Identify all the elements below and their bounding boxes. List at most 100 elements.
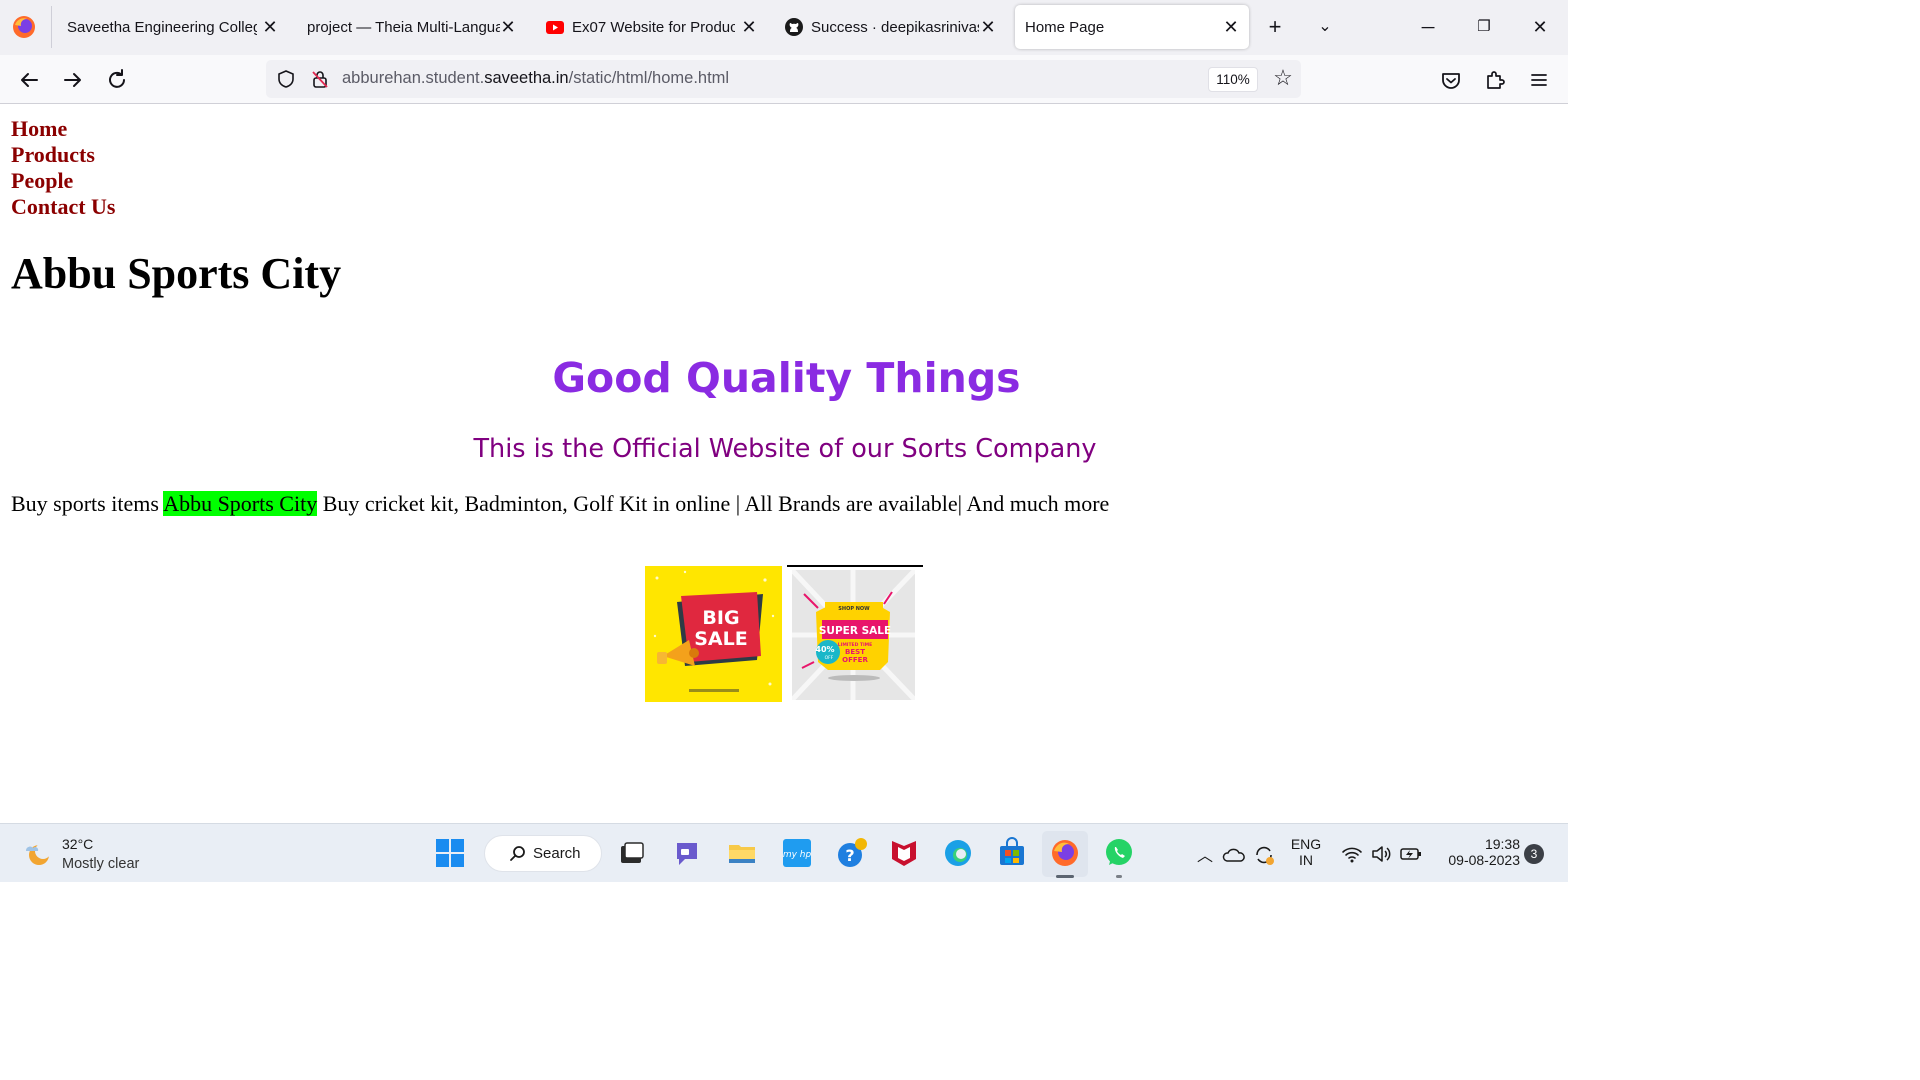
get-help-icon[interactable]: ? <box>836 837 868 869</box>
promo-after: Buy cricket kit, Badminton, Golf Kit in … <box>317 491 1110 516</box>
language-indicator[interactable]: ENG IN <box>1288 836 1324 868</box>
big-sale-line2: SALE <box>694 628 747 650</box>
onedrive-cloud-icon[interactable] <box>1222 843 1246 867</box>
tab-close-icon[interactable]: ✕ <box>739 17 759 37</box>
zoom-level-badge[interactable]: 110% <box>1208 67 1258 92</box>
tab-title: Saveetha Engineering College <box>67 18 257 36</box>
tab-title: Home Page <box>1025 18 1105 36</box>
image-link-underline <box>787 565 923 567</box>
tab-saveetha[interactable]: Saveetha Engineering College ✕ <box>58 5 288 49</box>
site-title: Abbu Sports City <box>11 249 342 298</box>
sync-update-icon[interactable] <box>1252 843 1276 867</box>
svg-text:?: ? <box>845 846 854 865</box>
weather-moon-cloud-icon[interactable] <box>22 837 54 869</box>
url-text[interactable]: abburehan.student.saveetha.in/static/htm… <box>342 69 729 88</box>
teams-chat-icon[interactable] <box>671 837 703 869</box>
tab-close-icon[interactable]: ✕ <box>498 17 518 37</box>
super-sale-badge-off: OFF <box>825 655 834 661</box>
edge-browser-icon[interactable] <box>942 837 974 869</box>
region-code: IN <box>1299 852 1313 868</box>
tab-youtube-ex07[interactable]: Ex07 Website for Product ✕ <box>537 5 767 49</box>
github-icon <box>785 18 803 36</box>
tab-close-icon[interactable]: ✕ <box>978 17 998 37</box>
super-sale-offer1: BEST <box>845 648 865 656</box>
url-prefix: abburehan.student. <box>342 69 485 87</box>
insecure-lock-icon[interactable] <box>310 69 330 89</box>
nav-link-products[interactable]: Products <box>11 142 116 168</box>
windows-start-icon[interactable] <box>434 837 466 869</box>
tab-close-icon[interactable]: ✕ <box>1221 17 1241 37</box>
battery-charging-icon[interactable] <box>1399 843 1423 865</box>
reload-icon[interactable] <box>103 66 131 94</box>
url-domain: saveetha.in <box>484 69 569 87</box>
bookmark-star-icon[interactable]: ☆ <box>1270 65 1296 91</box>
clock-time: 19:38 <box>1484 836 1520 852</box>
clock[interactable]: 19:38 09-08-2023 <box>1432 836 1520 868</box>
whatsapp-icon[interactable] <box>1103 837 1135 869</box>
nav-link-contact-us[interactable]: Contact Us <box>11 194 116 220</box>
minimize-icon[interactable]: ─ <box>1413 12 1443 42</box>
svg-text:my hp: my hp <box>783 850 812 860</box>
nav-link-home[interactable]: Home <box>11 116 116 142</box>
weather-description[interactable]: Mostly clear <box>62 856 139 872</box>
browser-nav-bar: abburehan.student.saveetha.in/static/htm… <box>0 55 1568 104</box>
super-sale-offer2: OFFER <box>842 656 868 664</box>
taskbar-search-box[interactable]: Search <box>484 835 602 872</box>
mcafee-icon[interactable] <box>888 837 920 869</box>
big-sale-line1: BIG <box>702 607 739 629</box>
nav-link-people[interactable]: People <box>11 168 116 194</box>
tab-title: project — Theia Multi-Langua <box>307 18 500 36</box>
firefox-running-indicator <box>1056 875 1074 878</box>
super-sale-badge-num: 40% <box>815 645 834 654</box>
tab-separator <box>51 6 52 48</box>
tab-close-icon[interactable]: ✕ <box>260 17 280 37</box>
firefox-menu-icon[interactable] <box>10 13 38 41</box>
whatsapp-running-indicator <box>1116 875 1122 878</box>
clock-date: 09-08-2023 <box>1448 852 1520 868</box>
myhp-icon[interactable]: my hp <box>781 837 813 869</box>
browser-tab-bar: Saveetha Engineering College ✕ project —… <box>0 0 1568 55</box>
notification-count-badge[interactable]: 3 <box>1524 844 1544 864</box>
tab-home-page[interactable]: Home Page ✕ <box>1015 5 1249 49</box>
tab-title: Success · deepikasrinivasa <box>811 18 979 36</box>
file-explorer-icon[interactable] <box>726 837 758 869</box>
search-icon <box>510 846 525 861</box>
big-sale-ad-image[interactable]: BIG SALE <box>645 566 782 702</box>
page-content: Home Products People Contact Us Abbu Spo… <box>0 104 1568 823</box>
address-bar[interactable]: abburehan.student.saveetha.in/static/htm… <box>266 60 1301 98</box>
weather-temperature[interactable]: 32°C <box>62 836 93 852</box>
super-sale-ad-image[interactable]: SHOP NOW SUPER SALE LIMITED TIME 40% OFF… <box>792 570 915 700</box>
back-arrow-icon[interactable] <box>15 66 43 94</box>
url-path: /static/html/home.html <box>568 69 730 87</box>
wifi-icon[interactable] <box>1341 843 1363 865</box>
windows-taskbar: 32°C Mostly clear Search my hp ? ︿ ENG I… <box>0 823 1568 882</box>
taskbar-search-label: Search <box>533 845 581 862</box>
tagline: Good Quality Things <box>552 354 1021 402</box>
microsoft-store-icon[interactable] <box>996 837 1028 869</box>
promo-text: Buy sports items Abbu Sports City Buy cr… <box>11 490 1109 518</box>
super-sale-title: SUPER SALE <box>819 625 891 637</box>
hamburger-menu-icon[interactable] <box>1525 66 1553 94</box>
list-tabs-chevron-icon[interactable]: ⌄ <box>1312 14 1338 40</box>
language-code: ENG <box>1290 836 1322 852</box>
forward-arrow-icon[interactable] <box>59 66 87 94</box>
show-hidden-icons-chevron-icon[interactable]: ︿ <box>1196 842 1214 866</box>
extensions-puzzle-icon[interactable] <box>1481 66 1509 94</box>
super-sale-shop-now: SHOP NOW <box>838 606 870 612</box>
promo-highlight: Abbu Sports City <box>163 491 318 516</box>
new-tab-plus-icon[interactable]: + <box>1262 14 1288 40</box>
close-window-icon[interactable]: ✕ <box>1525 12 1555 42</box>
subtitle: This is the Official Website of our Sort… <box>473 434 1097 464</box>
tab-project-theia[interactable]: project — Theia Multi-Langua ✕ <box>298 5 526 49</box>
restore-icon[interactable]: ❐ <box>1469 12 1499 42</box>
volume-icon[interactable] <box>1370 843 1392 865</box>
tab-title: Ex07 Website for Product <box>572 18 735 36</box>
firefox-taskbar-icon[interactable] <box>1049 837 1081 869</box>
task-view-icon[interactable] <box>616 837 648 869</box>
pocket-icon[interactable] <box>1437 66 1465 94</box>
youtube-icon <box>546 21 564 34</box>
tab-github-success[interactable]: Success · deepikasrinivasa ✕ <box>776 5 1006 49</box>
site-navigation: Home Products People Contact Us <box>11 116 116 220</box>
shield-icon[interactable] <box>276 69 296 89</box>
promo-before: Buy sports items <box>11 491 164 516</box>
